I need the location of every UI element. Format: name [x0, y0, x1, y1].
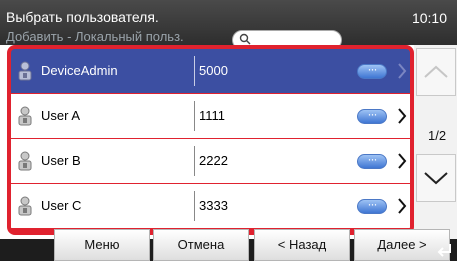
details-button[interactable] [357, 152, 387, 169]
user-row-user-b[interactable]: User B 2222 [11, 139, 410, 183]
chevron-right-icon [398, 198, 407, 214]
screen-subtitle: Добавить - Локальный польз. [6, 29, 184, 44]
user-code: 2222 [199, 153, 228, 168]
column-divider [194, 101, 195, 131]
user-code: 3333 [199, 198, 228, 213]
search-icon [239, 33, 251, 45]
column-divider [194, 191, 195, 221]
user-icon [18, 106, 32, 126]
details-button[interactable] [357, 62, 387, 79]
user-name: User A [41, 108, 81, 123]
chevron-right-icon [398, 108, 407, 124]
details-button[interactable] [357, 107, 387, 124]
user-name: User B [41, 153, 81, 168]
menu-button[interactable]: Меню [54, 229, 150, 261]
user-icon [18, 151, 32, 171]
column-divider [194, 146, 195, 176]
page-indicator: 1/2 [428, 128, 447, 143]
user-row-user-a[interactable]: User A 1111 [11, 94, 410, 138]
user-icon [18, 196, 32, 216]
chevron-up-icon [424, 65, 448, 78]
user-name: User C [41, 198, 82, 213]
enter-icon[interactable] [437, 243, 453, 257]
user-name: DeviceAdmin [41, 63, 118, 78]
next-button[interactable]: Далее > [354, 229, 450, 261]
chevron-down-icon [424, 172, 448, 185]
back-button[interactable]: < Назад [254, 229, 350, 261]
column-divider [194, 56, 195, 86]
user-code: 5000 [199, 63, 228, 78]
user-code: 1111 [199, 108, 226, 123]
screen-title: Выбрать пользователя. [6, 9, 159, 25]
cancel-button[interactable]: Отмена [153, 229, 249, 261]
chevron-right-icon [398, 63, 407, 79]
user-row-user-c[interactable]: User C 3333 [11, 184, 410, 228]
chevron-right-icon [398, 153, 407, 169]
scroll-up-button[interactable] [416, 48, 456, 96]
clock: 10:10 [411, 10, 447, 26]
details-button[interactable] [357, 197, 387, 214]
user-list: DeviceAdmin 5000 User A 1111 User B 222 [7, 45, 414, 235]
user-icon [18, 61, 32, 81]
scroll-down-button[interactable] [416, 154, 456, 202]
user-row-deviceadmin[interactable]: DeviceAdmin 5000 [11, 49, 410, 93]
header-bar: Выбрать пользователя. Добавить - Локальн… [0, 0, 457, 50]
